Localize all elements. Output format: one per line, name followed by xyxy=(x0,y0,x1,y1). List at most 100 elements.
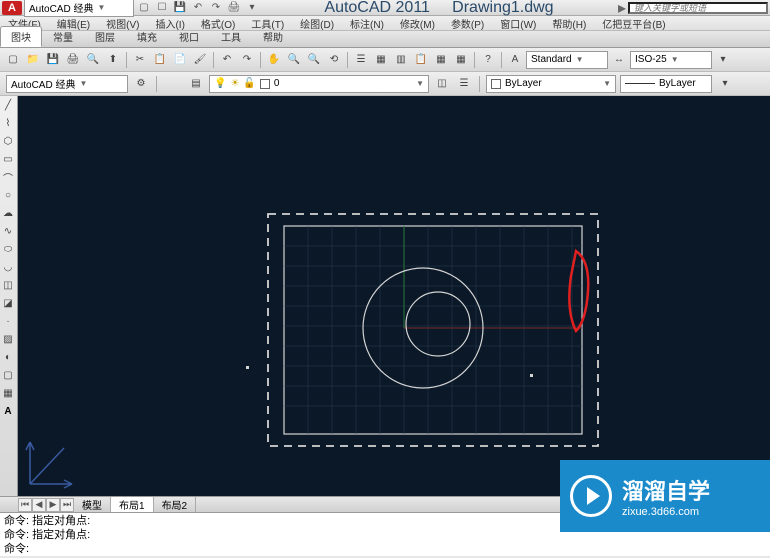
chevron-down-icon[interactable]: ▾ xyxy=(244,1,260,15)
layer-states-icon[interactable]: ☰ xyxy=(455,75,473,93)
color-combo[interactable]: ByLayer ▼ xyxy=(486,75,616,93)
grid xyxy=(284,226,582,434)
zoom-icon[interactable]: 🔍 xyxy=(285,51,303,69)
tool-palette-icon[interactable]: ▥ xyxy=(392,51,410,69)
region-icon[interactable]: ▢ xyxy=(0,366,16,384)
tab-help[interactable]: 帮助 xyxy=(252,26,294,47)
tab-fill[interactable]: 填充 xyxy=(126,26,168,47)
layer-prop-icon[interactable]: ▤ xyxy=(187,75,205,93)
tab-layout1[interactable]: 布局1 xyxy=(111,497,154,512)
designcenter-icon[interactable]: ▦ xyxy=(372,51,390,69)
redo-icon[interactable]: ↷ xyxy=(208,1,224,15)
cut-icon[interactable]: ✂ xyxy=(131,51,149,69)
menu-param[interactable]: 参数(P) xyxy=(443,16,492,31)
chevron-down-icon: ▼ xyxy=(79,79,87,88)
pan-icon[interactable]: ✋ xyxy=(265,51,283,69)
search-input[interactable] xyxy=(628,2,768,14)
workspace-combo[interactable]: AutoCAD 经典 ▼ xyxy=(6,75,128,93)
tab-model[interactable]: 模型 xyxy=(74,497,111,512)
chevron-down-icon[interactable]: ▾ xyxy=(716,75,734,93)
menu-help[interactable]: 帮助(H) xyxy=(544,16,594,31)
layer-name: 0 xyxy=(274,78,280,89)
dim-style-combo[interactable]: ISO-25 ▼ xyxy=(630,51,712,69)
print-icon[interactable]: 🖨 xyxy=(64,51,82,69)
tab-tool[interactable]: 工具 xyxy=(210,26,252,47)
separator xyxy=(347,52,348,68)
tab-last-icon[interactable]: ⏭ xyxy=(60,498,74,512)
rectangle-icon[interactable]: ▭ xyxy=(0,150,16,168)
match-icon[interactable]: 🖌 xyxy=(191,51,209,69)
undo-icon[interactable]: ↶ xyxy=(218,51,236,69)
line-icon[interactable]: ╱ xyxy=(0,96,16,114)
mtext-icon[interactable]: A xyxy=(0,402,16,420)
chevron-down-icon[interactable]: ▾ xyxy=(714,51,732,69)
save-icon[interactable]: 💾 xyxy=(172,1,188,15)
layer-prev-icon[interactable]: ◫ xyxy=(433,75,451,93)
open-icon[interactable]: ☐ xyxy=(154,1,170,15)
standard-toolbar: ▢ 📁 💾 🖨 🔍 ⬆ ✂ 📋 📄 🖌 ↶ ↷ ✋ 🔍 🔍 ⟲ ☰ ▦ ▥ 📋 … xyxy=(0,48,770,72)
undo-icon[interactable]: ↶ xyxy=(190,1,206,15)
gradient-icon[interactable]: ◐ xyxy=(0,348,16,366)
viewport-rect xyxy=(284,226,582,434)
ellipse-arc-icon[interactable]: ◡ xyxy=(0,258,16,276)
text-style-combo[interactable]: Standard ▼ xyxy=(526,51,608,69)
tab-first-icon[interactable]: ⏮ xyxy=(18,498,32,512)
circle-icon[interactable]: ○ xyxy=(0,186,16,204)
insert-icon[interactable]: ◫ xyxy=(0,276,16,294)
tab-viewport[interactable]: 视口 xyxy=(168,26,210,47)
linetype-combo[interactable]: ByLayer xyxy=(620,75,712,93)
print-icon[interactable]: 🖨 xyxy=(226,1,242,15)
revcloud-icon[interactable]: ☁ xyxy=(0,204,16,222)
tab-next-icon[interactable]: ▶ xyxy=(46,498,60,512)
polyline-icon[interactable]: ⌇ xyxy=(0,114,16,132)
polygon-icon[interactable]: ⬡ xyxy=(0,132,16,150)
tab-layout2[interactable]: 布局2 xyxy=(154,497,197,512)
hatch-icon[interactable]: ▨ xyxy=(0,330,16,348)
new-icon[interactable]: ▢ xyxy=(136,1,152,15)
table-icon[interactable]: ▦ xyxy=(0,384,16,402)
chevron-down-icon: ▼ xyxy=(576,55,584,64)
menu-platform[interactable]: 亿把豆平台(B) xyxy=(594,16,673,31)
draw-toolbar: ╱ ⌇ ⬡ ▭ ⌒ ○ ☁ ∿ ⬭ ◡ ◫ ◪ · ▨ ◐ ▢ ▦ A xyxy=(0,96,18,496)
watermark: 溜溜自学 zixue.3d66.com xyxy=(560,460,770,532)
tab-prev-icon[interactable]: ◀ xyxy=(32,498,46,512)
properties-icon[interactable]: ☰ xyxy=(352,51,370,69)
help-icon[interactable]: ? xyxy=(479,51,497,69)
zoom-window-icon[interactable]: 🔍 xyxy=(305,51,323,69)
open-icon[interactable]: 📁 xyxy=(24,51,42,69)
paste-icon[interactable]: 📄 xyxy=(171,51,189,69)
spline-icon[interactable]: ∿ xyxy=(0,222,16,240)
zoom-prev-icon[interactable]: ⟲ xyxy=(325,51,343,69)
menu-dimension[interactable]: 标注(N) xyxy=(342,16,392,31)
menu-window[interactable]: 窗口(W) xyxy=(492,16,544,31)
color-swatch xyxy=(491,79,501,89)
drawing-area[interactable] xyxy=(18,96,770,496)
text-style-icon[interactable]: A xyxy=(506,51,524,69)
menu-draw[interactable]: 绘图(D) xyxy=(292,16,342,31)
publish-icon[interactable]: ⬆ xyxy=(104,51,122,69)
point-icon[interactable]: · xyxy=(0,312,16,330)
tab-layer[interactable]: 图层 xyxy=(84,26,126,47)
layer-combo[interactable]: 💡 ☀ 🔓 0 ▼ xyxy=(209,75,429,93)
menu-modify[interactable]: 修改(M) xyxy=(392,16,443,31)
preview-icon[interactable]: 🔍 xyxy=(84,51,102,69)
markup-icon[interactable]: ▦ xyxy=(432,51,450,69)
main-area: ╱ ⌇ ⬡ ▭ ⌒ ○ ☁ ∿ ⬭ ◡ ◫ ◪ · ▨ ◐ ▢ ▦ A xyxy=(0,96,770,496)
make-block-icon[interactable]: ◪ xyxy=(0,294,16,312)
app-logo[interactable]: A xyxy=(2,1,22,15)
tab-block[interactable]: 图块 xyxy=(0,26,42,47)
gear-icon[interactable]: ⚙ xyxy=(132,75,150,93)
separator xyxy=(156,76,157,92)
tab-constant[interactable]: 常量 xyxy=(42,26,84,47)
calc-icon[interactable]: ▦ xyxy=(452,51,470,69)
new-icon[interactable]: ▢ xyxy=(4,51,22,69)
copy-icon[interactable]: 📋 xyxy=(151,51,169,69)
arc-icon[interactable]: ⌒ xyxy=(0,168,16,186)
workspace-selector[interactable]: AutoCAD 经典 ▼ xyxy=(24,0,134,17)
ellipse-icon[interactable]: ⬭ xyxy=(0,240,16,258)
sheet-icon[interactable]: 📋 xyxy=(412,51,430,69)
save-icon[interactable]: 💾 xyxy=(44,51,62,69)
dim-style-icon[interactable]: ↔ xyxy=(610,51,628,69)
redo-icon[interactable]: ↷ xyxy=(238,51,256,69)
ucs-icon xyxy=(24,434,80,490)
